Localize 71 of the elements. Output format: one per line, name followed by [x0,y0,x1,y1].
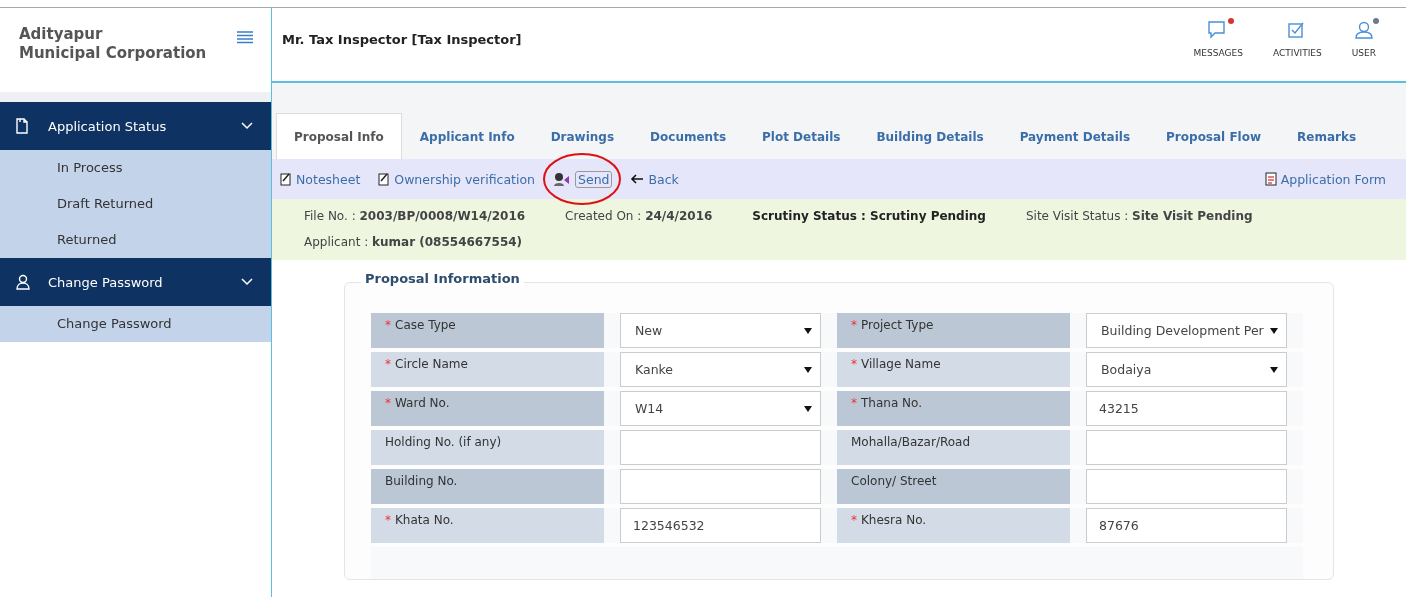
action-label[interactable]: MESSAGES [1193,48,1243,58]
field-label: * Khesra No. [837,508,1070,543]
sidebar-group-header[interactable]: Change Password [0,258,271,306]
toolbar-link[interactable]: Send [575,170,613,188]
tab[interactable]: Drawings [532,113,633,159]
edit-note-icon [378,172,391,186]
dropdown-caret-icon [804,366,812,373]
user-icon [16,274,30,290]
sidebar-group-header[interactable]: Application Status [0,102,271,150]
select-field[interactable]: New [620,313,821,348]
dropdown-caret-icon [1270,366,1278,373]
send-user-icon [553,172,571,186]
field-label: Mohalla/Bazar/Road [837,430,1070,465]
tab[interactable]: Payment Details [1001,113,1149,159]
field-label: * Khata No. [371,508,604,543]
input-field[interactable]: 87676 [1086,508,1287,543]
tab[interactable]: Proposal Flow [1148,113,1280,159]
select-field[interactable]: Building Development Per [1086,313,1287,348]
field-label: * Circle Name [371,352,604,387]
info-text: File No. : 2003/BP/0008/W14/2016 [304,208,526,225]
tab[interactable]: Building Details [858,113,1002,159]
field-label: Building No. [371,469,604,504]
brand-name: Adityapur Municipal Corporation [19,25,207,63]
field-label: * Ward No. [371,391,604,426]
documents-icon [16,118,30,134]
field-label: Holding No. (if any) [371,430,604,465]
field-label: * Case Type [371,313,604,348]
field-label: * Thana No. [837,391,1070,426]
action-label[interactable]: ACTIVITIES [1272,48,1322,58]
input-field[interactable] [1086,430,1287,465]
tab[interactable]: Remarks [1279,113,1375,159]
action-label[interactable]: USER [1351,48,1376,58]
info-text: Created On : 24/4/2016 [565,208,713,225]
user-icon[interactable] [1353,20,1374,40]
user-name: Mr. Tax Inspector [Tax Inspector] [282,32,522,49]
application-form-link[interactable]: Application Form [1280,171,1386,187]
tab[interactable]: Plot Details [744,113,859,159]
info-text: Site Visit Status : Site Visit Pending [1025,208,1253,225]
field-label: * Village Name [837,352,1070,387]
edit-note-icon [280,172,292,186]
toolbar-link[interactable]: Ownership verification [394,171,535,187]
input-field[interactable]: 43215 [1086,391,1287,426]
chevron-icon [241,278,253,286]
info-text: Applicant : kumar (08554667554) [304,234,523,251]
select-field[interactable]: Kanke [620,352,821,387]
dropdown-caret-icon [1270,327,1278,334]
back-arrow-icon [630,174,645,184]
tab[interactable]: Documents [632,113,745,159]
info-text: Scrutiny Status : Scrutiny Pending [752,208,986,225]
tab[interactable]: Proposal Info [276,113,402,159]
tab[interactable]: Applicant Info [401,113,533,159]
field-label: Colony/ Street [837,469,1070,504]
form-icon [1264,172,1277,186]
sidebar-item[interactable]: Change Password [0,306,271,342]
section-title: Proposal Information [361,271,524,286]
toolbar-link[interactable]: Notesheet [296,171,361,187]
chevron-icon [241,122,253,130]
input-field[interactable]: 123546532 [620,508,821,543]
field-label: * Project Type [837,313,1070,348]
input-field[interactable] [620,430,821,465]
sidebar-item[interactable]: Returned [0,222,271,258]
sidebar-item[interactable]: Draft Returned [0,186,271,222]
dropdown-caret-icon [804,405,812,412]
dropdown-caret-icon [804,327,812,334]
input-field[interactable] [620,469,821,504]
select-field[interactable]: W14 [620,391,821,426]
input-field[interactable] [1086,469,1287,504]
toolbar-link[interactable]: Back [648,171,679,187]
menu-icon[interactable] [237,31,253,44]
select-field[interactable]: Bodaiya [1086,352,1287,387]
sidebar-item[interactable]: In Process [0,150,271,186]
